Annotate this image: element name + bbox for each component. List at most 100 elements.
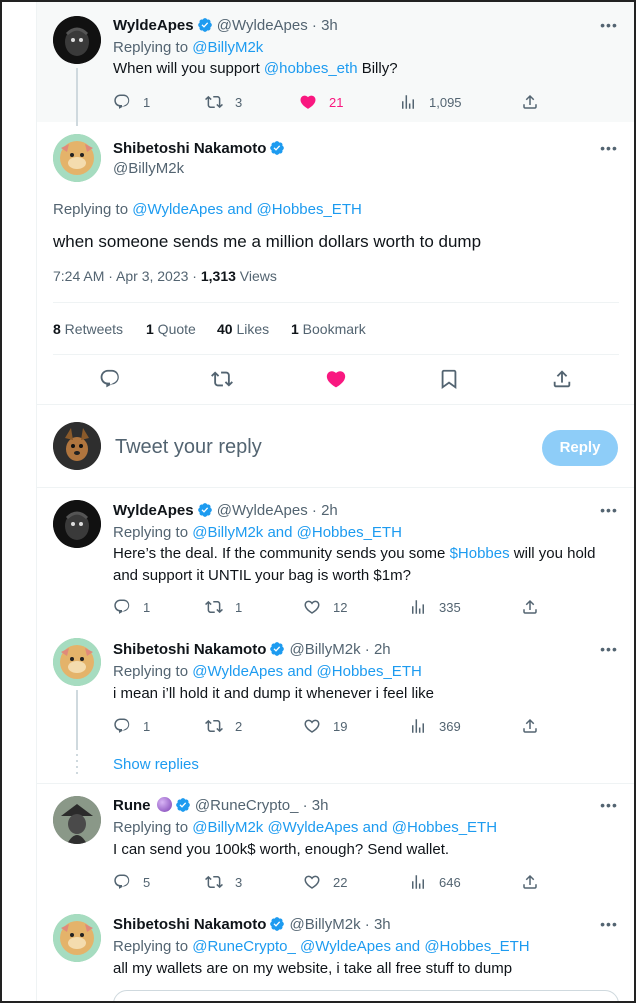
link-card-preview[interactable] bbox=[113, 990, 619, 1001]
tweet-actions: 1 1 12 335 bbox=[113, 596, 613, 618]
verified-badge-icon bbox=[197, 18, 212, 32]
reply-tweet[interactable]: Rune @RuneCrypto_ · 3h ••• Replying to @… bbox=[37, 784, 634, 904]
avatar-shibetoshi[interactable] bbox=[53, 914, 101, 962]
divider bbox=[53, 302, 619, 303]
share-action[interactable] bbox=[521, 596, 551, 618]
retweet-action[interactable]: 3 bbox=[205, 871, 242, 893]
replying-to-label: Replying to bbox=[113, 524, 189, 541]
avatar-rune[interactable] bbox=[53, 796, 101, 844]
author-handle[interactable]: @BillyM2k bbox=[113, 160, 184, 177]
tweet-time[interactable]: · 3h bbox=[365, 916, 391, 933]
views-action[interactable]: 335 bbox=[409, 596, 461, 618]
quotes-stat[interactable]: 1 Quote bbox=[146, 321, 196, 337]
replying-to-link[interactable]: @BillyM2k and @Hobbes_ETH bbox=[192, 524, 402, 541]
tweet-time[interactable]: · 3h bbox=[303, 797, 329, 814]
retweet-action[interactable]: 3 bbox=[205, 91, 242, 113]
tweet-text: I can send you 100k$ worth, enough? Send… bbox=[113, 841, 450, 858]
cashtag-link[interactable]: $Hobbes bbox=[450, 545, 510, 562]
quotes-label: Quote bbox=[153, 321, 196, 337]
avatar-shibetoshi[interactable] bbox=[53, 638, 101, 686]
retweets-stat[interactable]: 8 Retweets bbox=[53, 321, 123, 337]
replying-to-link[interactable]: @WyldeApes and @Hobbes_ETH bbox=[192, 663, 422, 680]
main-tweet: Shibetoshi Nakamoto @BillyM2k ••• Replyi… bbox=[37, 122, 634, 404]
reply-button[interactable]: Reply bbox=[542, 430, 618, 466]
more-options-icon[interactable]: ••• bbox=[599, 502, 619, 518]
retweet-icon bbox=[205, 95, 223, 109]
bookmarks-label: Bookmark bbox=[298, 321, 366, 337]
share-icon[interactable] bbox=[551, 368, 573, 390]
author-handle[interactable]: @BillyM2k bbox=[290, 641, 361, 658]
bookmark-icon[interactable] bbox=[438, 368, 460, 390]
author-name[interactable]: Shibetoshi Nakamoto bbox=[113, 916, 266, 933]
more-options-icon[interactable]: ••• bbox=[599, 916, 619, 932]
author-handle[interactable]: @RuneCrypto_ bbox=[195, 797, 299, 814]
replying-to-label: Replying to bbox=[113, 39, 189, 56]
like-action[interactable]: 12 bbox=[303, 596, 347, 618]
views-icon bbox=[402, 95, 414, 109]
more-options-icon[interactable]: ••• bbox=[599, 641, 619, 657]
more-options-icon[interactable]: ••• bbox=[599, 797, 619, 813]
bookmarks-stat[interactable]: 1 Bookmark bbox=[291, 321, 366, 337]
replying-to-label: Replying to bbox=[113, 938, 189, 955]
retweet-action[interactable]: 2 bbox=[205, 715, 242, 737]
views-action[interactable]: 646 bbox=[409, 871, 461, 893]
reply-icon[interactable] bbox=[99, 368, 121, 390]
replying-to-link[interactable]: @BillyM2k bbox=[192, 39, 263, 56]
tweet-text: When will you support @hobbes_eth Billy? bbox=[113, 58, 613, 80]
tweet-time[interactable]: · 2h bbox=[365, 641, 391, 658]
like-action[interactable]: 19 bbox=[303, 715, 347, 737]
show-replies-link[interactable]: Show replies bbox=[113, 756, 199, 773]
share-action[interactable] bbox=[521, 91, 551, 113]
author-name[interactable]: Rune bbox=[113, 797, 151, 814]
verified-badge-icon bbox=[270, 642, 285, 656]
author-handle[interactable]: @WyldeApes bbox=[217, 17, 308, 34]
reply-icon bbox=[114, 718, 130, 733]
author-handle[interactable]: @WyldeApes bbox=[217, 502, 308, 519]
views-action[interactable]: 1,095 bbox=[399, 91, 462, 113]
reply-tweet[interactable]: Shibetoshi Nakamoto @BillyM2k · 3h ••• R… bbox=[37, 904, 634, 1001]
more-options-icon[interactable]: ••• bbox=[599, 140, 619, 156]
author-name[interactable]: WyldeApes bbox=[113, 17, 194, 34]
views-count: 335 bbox=[439, 599, 461, 615]
author-name[interactable]: Shibetoshi Nakamoto bbox=[113, 641, 266, 658]
reply-action[interactable]: 1 bbox=[113, 91, 150, 113]
replying-to-link[interactable]: @RuneCrypto_ @WyldeApes and @Hobbes_ETH bbox=[192, 938, 529, 955]
reply-action[interactable]: 1 bbox=[113, 596, 150, 618]
like-action[interactable]: 22 bbox=[303, 871, 347, 893]
mention-link[interactable]: @hobbes_eth bbox=[264, 60, 358, 77]
parent-tweet[interactable]: WyldeApes @WyldeApes · 3h ••• Replying t… bbox=[37, 2, 634, 126]
views-action[interactable]: 369 bbox=[409, 715, 461, 737]
retweet-icon[interactable] bbox=[211, 368, 233, 390]
likes-stat[interactable]: 40 Likes bbox=[217, 321, 269, 337]
retweets-count: 8 bbox=[53, 321, 61, 337]
reply-tweet[interactable]: WyldeApes @WyldeApes · 2h ••• Replying t… bbox=[37, 488, 634, 628]
like-action[interactable]: 21 bbox=[299, 91, 343, 113]
tweet-text-part: When will you support bbox=[113, 60, 264, 77]
avatar-wyldeapes[interactable] bbox=[53, 500, 101, 548]
reply-action[interactable]: 5 bbox=[113, 871, 150, 893]
avatar-current-user[interactable] bbox=[53, 422, 101, 470]
tweet-time[interactable]: · 3h bbox=[312, 17, 338, 34]
avatar-shibetoshi[interactable] bbox=[53, 134, 101, 182]
reply-count: 1 bbox=[143, 599, 151, 615]
reply-input[interactable]: Tweet your reply bbox=[115, 436, 515, 459]
reply-action[interactable]: 1 bbox=[113, 715, 150, 737]
heart-filled-icon[interactable] bbox=[325, 368, 347, 390]
tweet-timestamp[interactable]: 7:24 AM · Apr 3, 2023 · bbox=[53, 268, 201, 284]
avatar-wyldeapes[interactable] bbox=[53, 16, 101, 64]
tweet-time[interactable]: · 2h bbox=[312, 502, 338, 519]
share-action[interactable] bbox=[521, 715, 551, 737]
replying-to-label: Replying to bbox=[53, 201, 129, 218]
author-name[interactable]: WyldeApes bbox=[113, 502, 194, 519]
reply-tweet[interactable]: Shibetoshi Nakamoto @BillyM2k · 2h ••• R… bbox=[37, 628, 634, 750]
replying-to-link[interactable]: @WyldeApes and @Hobbes_ETH bbox=[132, 201, 362, 218]
retweet-count: 3 bbox=[235, 874, 243, 890]
divider bbox=[53, 354, 619, 355]
replying-to-link[interactable]: @BillyM2k @WyldeApes and @Hobbes_ETH bbox=[192, 819, 497, 836]
more-options-icon[interactable]: ••• bbox=[599, 17, 619, 33]
author-name[interactable]: Shibetoshi Nakamoto bbox=[113, 140, 266, 157]
author-handle[interactable]: @BillyM2k bbox=[290, 916, 361, 933]
share-action[interactable] bbox=[521, 871, 551, 893]
tweet-text-part: Here’s the deal. If the community sends … bbox=[113, 545, 450, 562]
retweet-action[interactable]: 1 bbox=[205, 596, 242, 618]
